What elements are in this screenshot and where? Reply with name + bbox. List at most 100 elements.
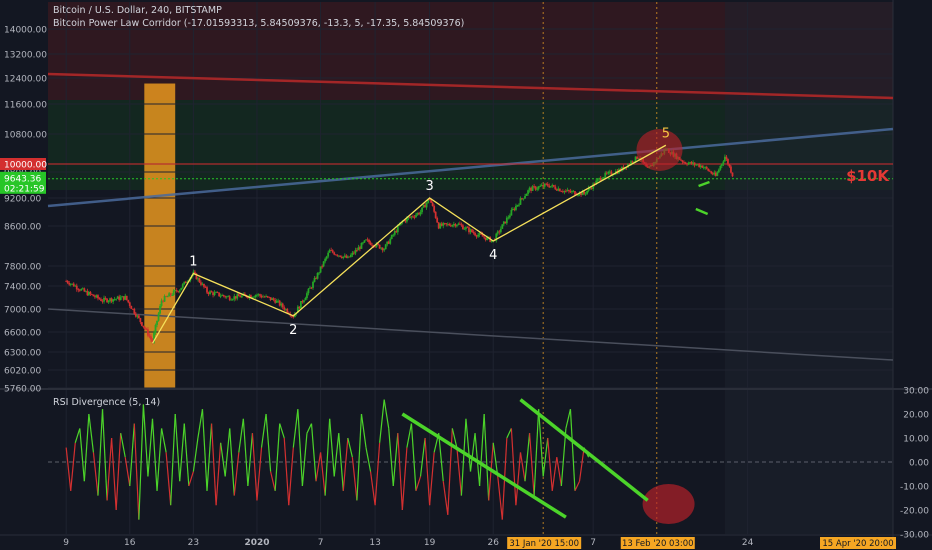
indicator-legend[interactable]: Bitcoin Power Law Corridor (-17.01593313…	[53, 18, 464, 29]
rsi-segment	[111, 437, 117, 511]
rsi-segment	[270, 471, 276, 491]
candle-body	[327, 252, 330, 257]
rsi-tick-label: -30.00	[900, 531, 929, 541]
rsi-segment	[415, 476, 422, 491]
rsi-segment	[151, 418, 158, 491]
candle-body	[539, 186, 542, 187]
candle-body	[374, 246, 376, 248]
candle-body	[218, 292, 221, 297]
candle-body	[448, 223, 451, 226]
candle-body	[499, 228, 502, 233]
rsi-segment	[388, 428, 394, 487]
wave-label-3: 3	[425, 179, 433, 194]
background-bands	[48, 2, 893, 534]
rsi-segment	[524, 433, 531, 482]
rsi-segment	[142, 404, 149, 477]
candle-body	[546, 184, 549, 186]
candle-body	[681, 160, 684, 163]
rsi-segment	[369, 471, 376, 506]
time-tick-label: 16	[124, 538, 136, 548]
rsi-segment	[97, 409, 104, 496]
rsi-segment	[333, 433, 340, 477]
candle-body	[97, 295, 99, 299]
candle-body	[331, 250, 334, 253]
rsi-segment	[528, 433, 535, 496]
rsi-segment	[201, 409, 208, 491]
candle-body	[181, 284, 184, 288]
rsi-segment	[101, 409, 108, 501]
candle-body	[727, 159, 729, 165]
rsi-segment	[220, 442, 226, 477]
candle-body	[281, 303, 284, 308]
candle-body	[178, 290, 181, 292]
rsi-segment	[374, 442, 381, 506]
candle-body	[156, 320, 158, 325]
rsi-segment	[301, 433, 308, 487]
rsi-segment	[379, 399, 385, 443]
candle-body	[463, 228, 466, 230]
candle-body	[474, 233, 476, 236]
candle-body	[524, 195, 526, 199]
candle-body	[434, 211, 437, 218]
rsi-segment	[574, 480, 581, 492]
rsi-segment	[115, 433, 122, 511]
candle-body	[536, 188, 539, 190]
candle-body	[471, 229, 473, 233]
price-tick-label: 6300.00	[4, 349, 41, 359]
rsi-segment	[365, 447, 372, 472]
candle-body	[720, 163, 723, 166]
rsi-segment	[156, 428, 163, 491]
candle-body	[389, 238, 392, 244]
chart-stage: 12345$10K 14000.0013200.0012400.0011600.…	[0, 0, 932, 550]
price-tick-label: 5760.00	[4, 385, 41, 395]
rsi-segment	[183, 423, 190, 487]
candle-body	[610, 171, 613, 175]
candle-body	[130, 306, 133, 309]
candle-body	[306, 293, 308, 298]
rsi-legend[interactable]: RSI Divergence (5, 14)	[53, 397, 160, 408]
candle-body	[318, 272, 320, 274]
candle-body	[505, 217, 508, 224]
rsi-tick-label: 30.00	[903, 387, 929, 397]
candle-body	[75, 285, 78, 290]
candle-body	[119, 297, 122, 300]
candle-body	[210, 291, 213, 293]
candle-body	[537, 186, 540, 189]
rsi-segment	[247, 433, 254, 487]
time-axis[interactable]: 9 16 23 2020 7 13 19 26 7 24 31 Jan '20 15:00 13 Fe…	[63, 537, 896, 549]
candle-body	[325, 256, 328, 259]
rsi-segment	[419, 437, 426, 477]
rsi-segment	[469, 433, 476, 472]
candle-body	[710, 171, 713, 174]
candle-body	[253, 296, 255, 298]
candle-body	[180, 287, 183, 291]
time-tick-label: 19	[424, 538, 436, 548]
rsi-segment	[410, 423, 417, 491]
candle-body	[312, 281, 314, 288]
rsi-segment	[478, 413, 485, 487]
rsi-segment	[70, 442, 76, 491]
candle-body	[206, 287, 208, 293]
candle-body	[362, 242, 364, 244]
candle-body	[705, 166, 708, 169]
rsi-segment	[188, 471, 194, 487]
time-tick-label: 26	[487, 538, 499, 548]
candle-body	[142, 325, 145, 328]
candle-body	[451, 224, 454, 227]
rsi-segment	[547, 437, 553, 491]
rsi-segment	[506, 428, 512, 439]
time-tick-label: 23	[188, 538, 199, 548]
rsi-segment	[120, 433, 126, 458]
candle-body	[163, 296, 166, 302]
rsi-segment	[397, 433, 403, 511]
rsi-segment	[279, 423, 285, 439]
candle-body	[322, 261, 325, 267]
candle-body	[272, 298, 275, 300]
candle-body	[586, 190, 589, 194]
candle-body	[707, 168, 710, 171]
time-tick-label: 24	[742, 538, 754, 548]
candle-body	[98, 298, 101, 300]
candle-body	[237, 294, 240, 297]
rsi-segment	[242, 418, 249, 487]
time-tick-label: 7	[590, 538, 596, 548]
